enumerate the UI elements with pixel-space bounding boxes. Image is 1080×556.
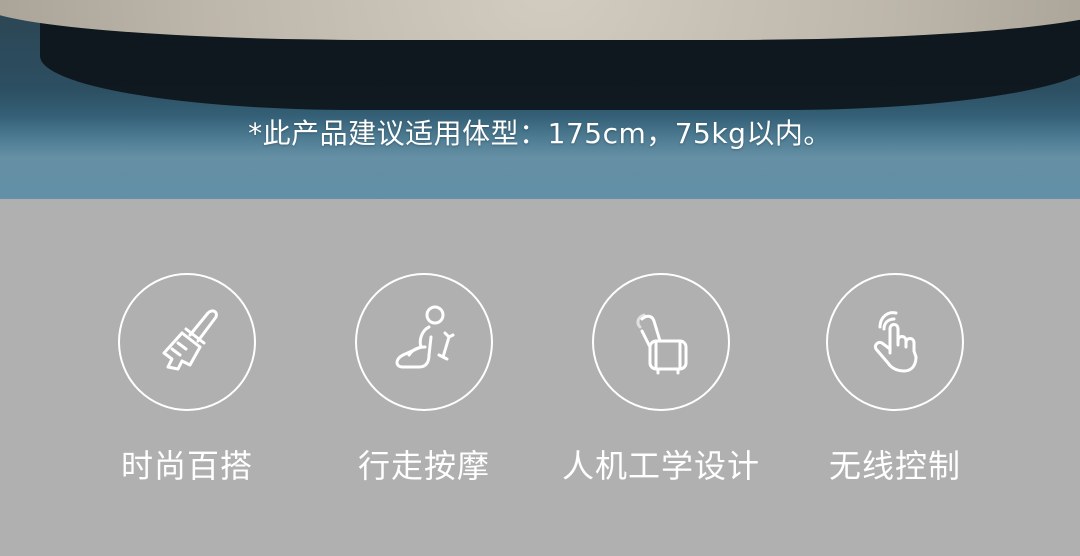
- size-notice: *此产品建议适用体型：175cm，75kg以内。: [248, 117, 832, 150]
- feature-label: 人机工学设计: [561, 447, 760, 485]
- feature-wireless: 无线控制: [775, 273, 1015, 493]
- feature-massage: 行走按摩: [304, 273, 544, 493]
- feature-label: 时尚百搭: [120, 447, 253, 485]
- hero-image: *此产品建议适用体型：175cm，75kg以内。: [0, 0, 1080, 199]
- feature-icon-circle: [592, 273, 730, 411]
- recliner-chair-icon: [636, 313, 688, 375]
- feature-label: 无线控制: [828, 447, 961, 485]
- feature-icon-circle: [826, 273, 964, 411]
- rock-top: [0, 0, 1080, 40]
- feature-grid: 时尚百搭 行走按摩 人机工学设计 无线控制: [0, 199, 1080, 556]
- feature-label: 行走按摩: [357, 447, 490, 485]
- feature-icon-circle: [355, 273, 493, 411]
- feature-ergonomics: 人机工学设计: [541, 273, 781, 493]
- feature-icon-circle: [118, 273, 256, 411]
- massage-person-icon: [395, 305, 455, 369]
- touch-hand-icon: [874, 311, 918, 373]
- paintbrush-icon: [162, 309, 218, 371]
- feature-fashion: 时尚百搭: [67, 273, 307, 493]
